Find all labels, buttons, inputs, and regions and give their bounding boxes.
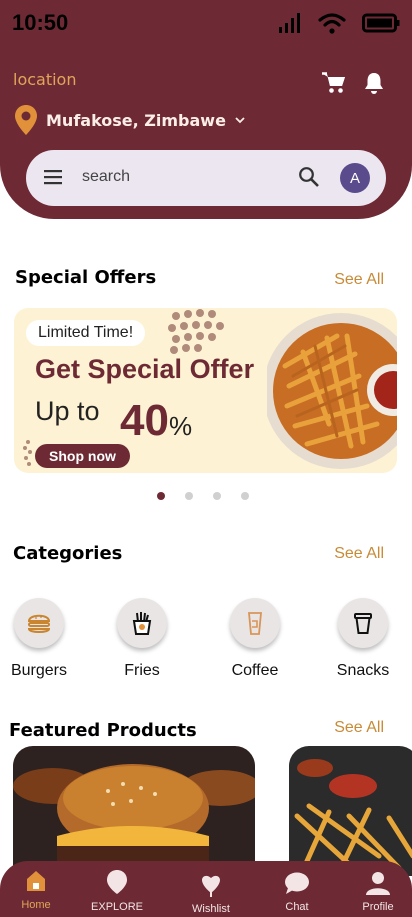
app-header: 10:50 location Mufakose, Zimbawe search … [0, 0, 412, 219]
chat-icon [285, 872, 309, 894]
category-burgers[interactable]: Burgers [0, 598, 79, 680]
nav-label: Wishlist [192, 903, 230, 915]
location-selector[interactable]: Mufakose, Zimbawe [14, 104, 246, 136]
decorative-leaf-icon [23, 440, 32, 466]
nav-explore[interactable]: EXPLORE [82, 869, 152, 913]
featured-see-all[interactable]: See All [334, 719, 384, 737]
special-offers-title: Special Offers [15, 267, 157, 288]
carousel-indicator[interactable] [157, 492, 249, 500]
search-input[interactable]: search [82, 168, 130, 186]
special-offers-see-all[interactable]: See All [334, 271, 384, 289]
explore-icon [107, 870, 127, 894]
user-avatar[interactable]: A [340, 163, 370, 193]
nav-profile[interactable]: Profile [343, 871, 412, 913]
search-bar[interactable]: search A [26, 150, 386, 206]
special-offer-banner[interactable]: Limited Time! Get Special Offer Up to 40… [14, 308, 397, 473]
location-name: Mufakose, Zimbawe [46, 110, 226, 130]
fries-bowl-image [267, 313, 397, 469]
carousel-dot[interactable] [241, 492, 249, 500]
category-label: Coffee [231, 662, 279, 679]
home-icon [27, 871, 45, 891]
category-label: Burgers [10, 662, 68, 679]
bottom-navigation: Home EXPLORE Wishlist Chat Profile [0, 861, 412, 917]
cart-icon[interactable] [322, 72, 346, 94]
shop-now-button[interactable]: Shop now [35, 444, 130, 468]
offer-percent-value: 40 [120, 396, 169, 445]
nav-label: Chat [285, 901, 309, 913]
offer-headline: Get Special Offer [35, 354, 255, 384]
location-pin-icon [15, 105, 37, 135]
category-fries[interactable]: Fries [102, 598, 182, 680]
carousel-dot[interactable] [185, 492, 193, 500]
offer-percent: 40% [120, 396, 192, 446]
nav-chat[interactable]: Chat [262, 871, 332, 913]
signal-icon [279, 13, 300, 33]
nav-label: Profile [362, 901, 394, 913]
featured-product-card[interactable] [289, 746, 412, 876]
category-snacks[interactable]: Snacks [323, 598, 403, 680]
featured-product-card[interactable] [13, 746, 255, 876]
carousel-dot[interactable] [213, 492, 221, 500]
fries-product-image [289, 746, 412, 876]
profile-icon [366, 872, 390, 895]
status-icons [278, 12, 400, 34]
nav-wishlist[interactable]: Wishlist [176, 873, 246, 915]
coffee-icon [248, 612, 262, 635]
limited-time-badge: Limited Time! [26, 320, 146, 346]
snacks-icon [354, 613, 372, 634]
burger-icon [27, 614, 51, 633]
category-coffee[interactable]: Coffee [215, 598, 295, 680]
category-label: Fries [124, 662, 160, 679]
featured-products-title: Featured Products [9, 720, 197, 741]
search-icon[interactable] [298, 166, 320, 188]
category-label: Snacks [336, 662, 390, 679]
chevron-down-icon [235, 117, 245, 124]
carousel-dot[interactable] [157, 492, 165, 500]
categories-see-all[interactable]: See All [334, 545, 384, 563]
nav-label: EXPLORE [91, 901, 143, 913]
nav-label: Home [21, 899, 51, 911]
notification-bell-icon[interactable] [364, 72, 384, 94]
status-time: 10:50 [12, 10, 69, 35]
header-actions [322, 72, 384, 94]
offer-percent-sign: % [168, 411, 193, 441]
wishlist-icon [202, 875, 220, 897]
menu-icon[interactable] [44, 168, 64, 186]
location-label: location [13, 70, 77, 89]
status-bar: 10:50 [12, 8, 400, 38]
categories-title: Categories [13, 543, 123, 564]
burger-product-image [13, 746, 255, 876]
wifi-icon [318, 13, 346, 34]
nav-home[interactable]: Home [1, 869, 71, 911]
battery-icon [362, 13, 400, 33]
fries-icon [132, 612, 152, 635]
offer-up-to: Up to [35, 396, 100, 426]
